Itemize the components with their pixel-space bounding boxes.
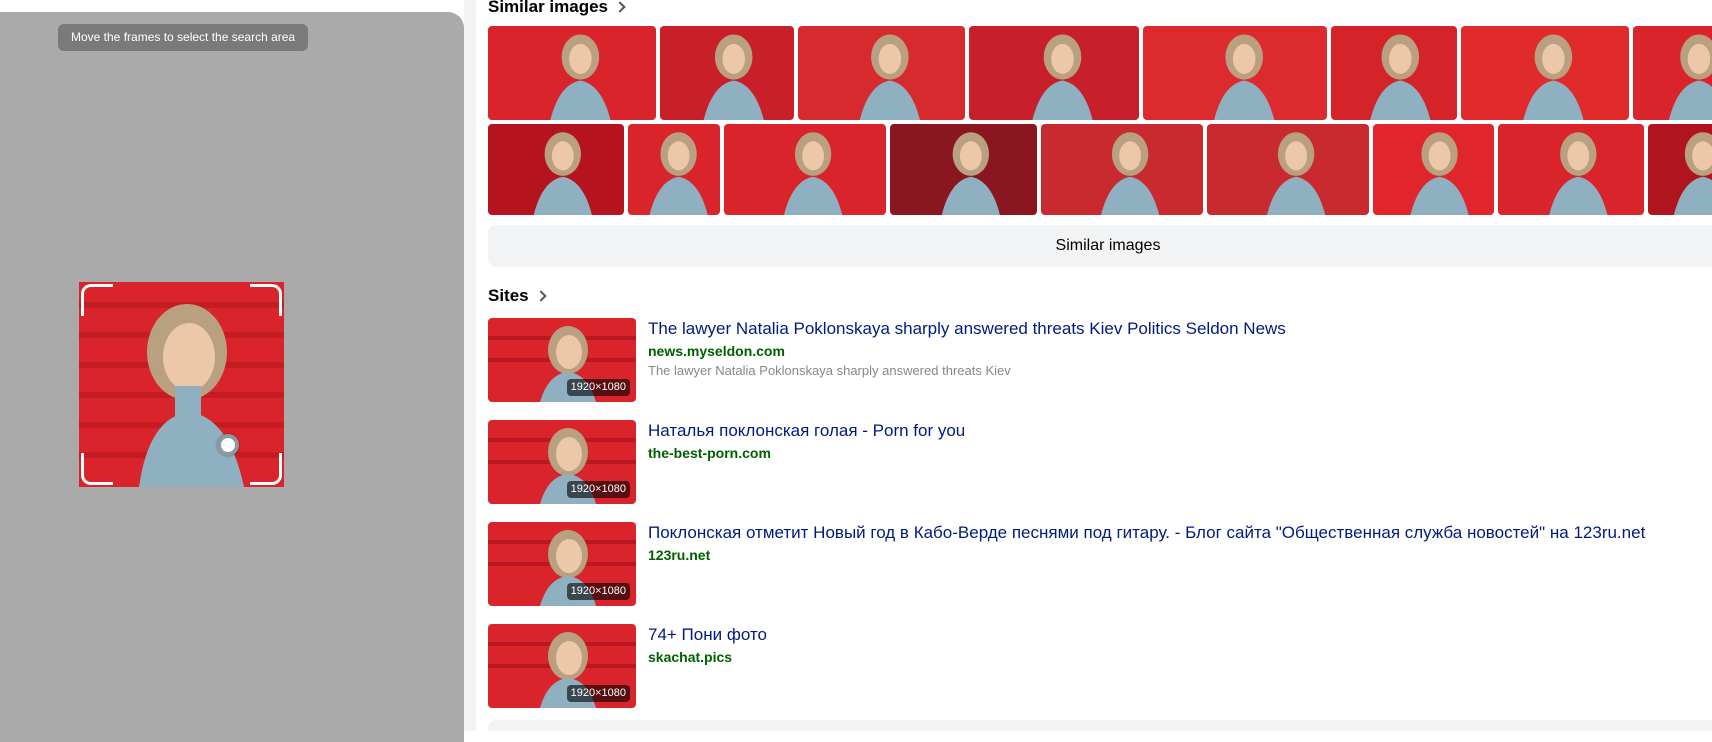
similar-image-thumb[interactable]	[1331, 26, 1457, 120]
crop-corner-top-right[interactable]	[250, 284, 282, 316]
thumbnail-image	[890, 124, 1037, 215]
similar-images-heading[interactable]: Similar images	[488, 0, 626, 17]
results-panel: Similar images Similar images Sites 1920…	[476, 0, 1712, 731]
chevron-right-icon	[534, 290, 547, 302]
site-result: 1920×1080 The lawyer Natalia Poklonskaya…	[488, 318, 1712, 402]
site-thumbnail[interactable]: 1920×1080	[488, 420, 636, 504]
crop-frame[interactable]	[79, 282, 284, 487]
similar-image-thumb[interactable]	[1041, 124, 1203, 215]
thumbnail-image	[628, 124, 720, 215]
similar-image-thumb[interactable]	[724, 124, 886, 215]
thumbnail-image	[969, 26, 1139, 120]
site-domain-link[interactable]: 123ru.net	[648, 546, 710, 564]
site-domain-link[interactable]: skachat.pics	[648, 648, 732, 666]
crop-corner-bottom-left[interactable]	[81, 453, 113, 485]
crop-corner-top-left[interactable]	[81, 284, 113, 316]
crop-panel: Move the frames to select the search are…	[0, 12, 464, 742]
thumbnail-image	[1041, 124, 1203, 215]
crop-hint: Move the frames to select the search are…	[58, 24, 309, 51]
thumbnail-image	[1373, 124, 1494, 215]
image-size-badge: 1920×1080	[566, 379, 630, 396]
thumbnail-image	[1331, 26, 1457, 120]
thumbnail-image	[724, 124, 886, 215]
similar-images-row-2	[488, 124, 1712, 215]
similar-images-title: Similar images	[488, 0, 609, 16]
thumbnail-image	[1498, 124, 1644, 215]
thumbnail-image	[1143, 26, 1327, 120]
site-domain-link[interactable]: news.myseldon.com	[648, 342, 785, 360]
thumbnail-image	[488, 124, 624, 215]
thumbnail-image	[1648, 124, 1712, 215]
sites-title: Sites	[488, 286, 529, 305]
site-title-link[interactable]: Поклонская отметит Новый год в Кабо-Верд…	[648, 522, 1645, 544]
similar-image-thumb[interactable]	[1498, 124, 1644, 215]
site-domain-link[interactable]: the-best-porn.com	[648, 444, 771, 462]
image-size-badge: 1920×1080	[566, 685, 630, 702]
sites-heading[interactable]: Sites	[488, 286, 547, 306]
crop-move-handle[interactable]	[217, 434, 239, 456]
similar-image-thumb[interactable]	[798, 26, 965, 120]
similar-image-thumb[interactable]	[488, 124, 624, 215]
similar-images-row-1	[488, 26, 1712, 120]
similar-images-button[interactable]: Similar images	[488, 225, 1712, 267]
site-title-link[interactable]: 74+ Пони фото	[648, 624, 767, 646]
site-result: 1920×1080 Поклонская отметит Новый год в…	[488, 522, 1712, 606]
site-result: 1920×1080 Наталья поклонская голая - Por…	[488, 420, 1712, 504]
site-title-link[interactable]: The lawyer Natalia Poklonskaya sharply a…	[648, 318, 1286, 340]
similar-image-thumb[interactable]	[1207, 124, 1369, 215]
similar-image-thumb[interactable]	[969, 26, 1139, 120]
more-sites-button[interactable]	[488, 720, 1712, 731]
similar-image-thumb[interactable]	[660, 26, 794, 120]
site-result: 1920×1080 74+ Пони фото skachat.pics	[488, 624, 1712, 708]
similar-image-thumb[interactable]	[890, 124, 1037, 215]
thumbnail-image	[1633, 26, 1712, 120]
panel-divider	[464, 0, 476, 731]
similar-image-thumb[interactable]	[488, 26, 656, 120]
thumbnail-image	[1207, 124, 1369, 215]
thumbnail-image	[488, 26, 656, 120]
similar-image-thumb[interactable]	[1143, 26, 1327, 120]
site-thumbnail[interactable]: 1920×1080	[488, 522, 636, 606]
similar-image-thumb[interactable]	[1461, 26, 1629, 120]
image-size-badge: 1920×1080	[566, 481, 630, 498]
similar-image-thumb[interactable]	[1648, 124, 1712, 215]
similar-image-thumb[interactable]	[1373, 124, 1494, 215]
site-description: The lawyer Natalia Poklonskaya sharply a…	[648, 363, 1011, 378]
chevron-right-icon	[614, 1, 626, 13]
site-thumbnail[interactable]: 1920×1080	[488, 624, 636, 708]
site-thumbnail[interactable]: 1920×1080	[488, 318, 636, 402]
site-title-link[interactable]: Наталья поклонская голая - Porn for you	[648, 420, 965, 442]
similar-image-thumb[interactable]	[1633, 26, 1712, 120]
thumbnail-image	[1461, 26, 1629, 120]
similar-image-thumb[interactable]	[628, 124, 720, 215]
thumbnail-image	[798, 26, 965, 120]
image-size-badge: 1920×1080	[566, 583, 630, 600]
thumbnail-image	[660, 26, 794, 120]
crop-corner-bottom-right[interactable]	[250, 453, 282, 485]
